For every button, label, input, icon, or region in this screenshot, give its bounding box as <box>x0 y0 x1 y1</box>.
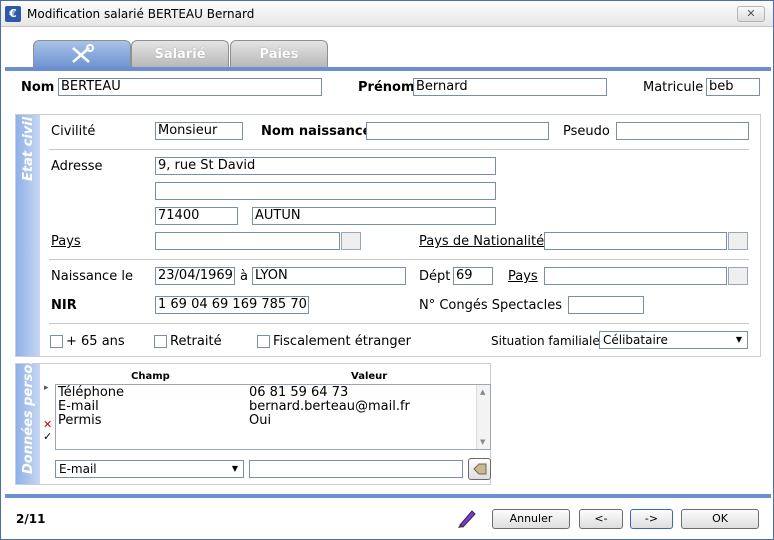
tab-paies[interactable]: Paies <box>230 40 328 68</box>
situation-value: Célibataire <box>603 333 668 347</box>
pays-naissance-link[interactable]: Pays <box>508 269 538 284</box>
adresse1-field[interactable]: 9, rue St David <box>155 157 496 175</box>
scroll-down-icon[interactable]: ▼ <box>480 438 485 446</box>
adresse2-field[interactable] <box>155 182 496 200</box>
plus65-label: + 65 ans <box>66 334 125 349</box>
civilite-label: Civilité <box>51 124 96 139</box>
naissance-date-field[interactable]: 23/04/1969 <box>155 267 235 285</box>
fiscal-checkbox[interactable] <box>257 335 270 348</box>
etat-civil-title: Etat civil <box>21 116 36 181</box>
donnees-title: Données perso. <box>21 359 36 474</box>
pseudo-label: Pseudo <box>563 124 610 139</box>
fiscal-label: Fiscalement étranger <box>273 334 412 349</box>
prenom-field[interactable]: Bernard <box>413 78 607 96</box>
window: € Modification salarié BERTEAU Bernard ✕… <box>0 0 774 540</box>
previous-button[interactable]: <- <box>579 509 623 529</box>
matricule-label: Matricule <box>643 80 704 95</box>
divider <box>49 323 749 324</box>
ok-button[interactable]: OK <box>681 509 759 529</box>
nom-naissance-label: Nom naissance <box>261 124 372 139</box>
pseudo-field[interactable] <box>616 122 749 140</box>
prenom-label: Prénom <box>358 80 415 95</box>
tab-underline <box>5 67 771 71</box>
tag-icon <box>472 463 486 475</box>
matricule-field[interactable]: beb <box>706 78 760 96</box>
nir-field[interactable]: 1 69 04 69 169 785 70 <box>155 296 309 314</box>
retraite-label: Retraité <box>170 334 222 349</box>
a-label: à <box>240 269 248 284</box>
civilite-field[interactable]: Monsieur <box>155 122 243 140</box>
edit-icon[interactable] <box>456 507 478 529</box>
tab-salarie[interactable]: Salarié <box>131 40 229 68</box>
champ-select[interactable]: E-mail ▼ <box>55 460 244 478</box>
conges-field[interactable] <box>568 296 644 314</box>
conges-label: N° Congés Spectacles <box>419 298 563 313</box>
scissors-icon <box>72 44 94 63</box>
retraite-checkbox[interactable] <box>154 335 167 348</box>
dept-field[interactable]: 69 <box>453 267 493 285</box>
divider <box>49 259 749 260</box>
add-value-button[interactable] <box>468 458 491 480</box>
app-icon: € <box>5 6 21 22</box>
title-bar: € Modification salarié BERTEAU Bernard ✕ <box>1 1 773 27</box>
col-champ-header: Champ <box>131 371 170 382</box>
donnees-sidebar: Données perso. <box>16 360 40 484</box>
grid-scrollbar[interactable]: ▲ ▼ <box>476 385 490 449</box>
validate-icon[interactable]: ✓ <box>43 430 52 443</box>
nir-label: NIR <box>51 298 77 313</box>
chevron-down-icon: ▼ <box>735 335 743 344</box>
dept-label: Dépt <box>419 269 451 284</box>
pays-naissance-field[interactable] <box>544 267 727 285</box>
valeur-input[interactable] <box>249 460 463 478</box>
nom-field[interactable]: BERTEAU <box>58 78 322 96</box>
nationalite-field[interactable] <box>544 232 727 250</box>
champ-select-value: E-mail <box>59 462 97 476</box>
footer-divider <box>5 494 771 498</box>
etat-civil-sidebar: Etat civil <box>16 115 40 356</box>
ville-field[interactable]: AUTUN <box>252 207 496 225</box>
grid-cell-valeur[interactable]: Oui <box>249 413 271 428</box>
donnees-grid[interactable]: Téléphone 06 81 59 64 73 E-mail bernard.… <box>55 384 491 450</box>
nom-label: Nom <box>21 80 55 95</box>
pays-field[interactable] <box>155 232 340 250</box>
grid-cell-champ[interactable]: Téléphone <box>58 385 124 400</box>
divider <box>49 149 749 150</box>
code-postal-field[interactable]: 71400 <box>155 207 238 225</box>
situation-select[interactable]: Célibataire ▼ <box>599 331 748 349</box>
next-button[interactable]: -> <box>630 509 673 529</box>
grid-cell-valeur[interactable]: 06 81 59 64 73 <box>249 385 348 400</box>
chevron-down-icon: ▼ <box>231 464 239 473</box>
col-valeur-header: Valeur <box>351 371 388 382</box>
row-pointer-icon: ▸ <box>44 383 49 393</box>
nationalite-link[interactable]: Pays de Nationalité <box>419 234 544 249</box>
close-button[interactable]: ✕ <box>737 6 765 22</box>
tab-main[interactable] <box>33 40 131 68</box>
plus65-checkbox[interactable] <box>50 335 63 348</box>
nationalite-lookup-button[interactable] <box>728 232 748 250</box>
situation-label: Situation familiale <box>491 334 600 348</box>
naissance-label: Naissance le <box>51 269 133 284</box>
naissance-ville-field[interactable]: LYON <box>252 267 406 285</box>
pays-link[interactable]: Pays <box>51 234 81 249</box>
adresse-label: Adresse <box>51 159 103 174</box>
pays-naissance-lookup-button[interactable] <box>728 267 748 285</box>
grid-cell-valeur[interactable]: bernard.berteau@mail.fr <box>249 399 410 414</box>
grid-cell-champ[interactable]: Permis <box>58 413 102 428</box>
pays-lookup-button[interactable] <box>341 232 361 250</box>
nom-naissance-field[interactable] <box>366 122 549 140</box>
grid-cell-champ[interactable]: E-mail <box>58 399 99 414</box>
scroll-up-icon[interactable]: ▲ <box>480 388 485 396</box>
annuler-button[interactable]: Annuler <box>492 509 570 529</box>
page-counter: 2/11 <box>16 512 46 526</box>
window-title: Modification salarié BERTEAU Bernard <box>27 7 255 21</box>
